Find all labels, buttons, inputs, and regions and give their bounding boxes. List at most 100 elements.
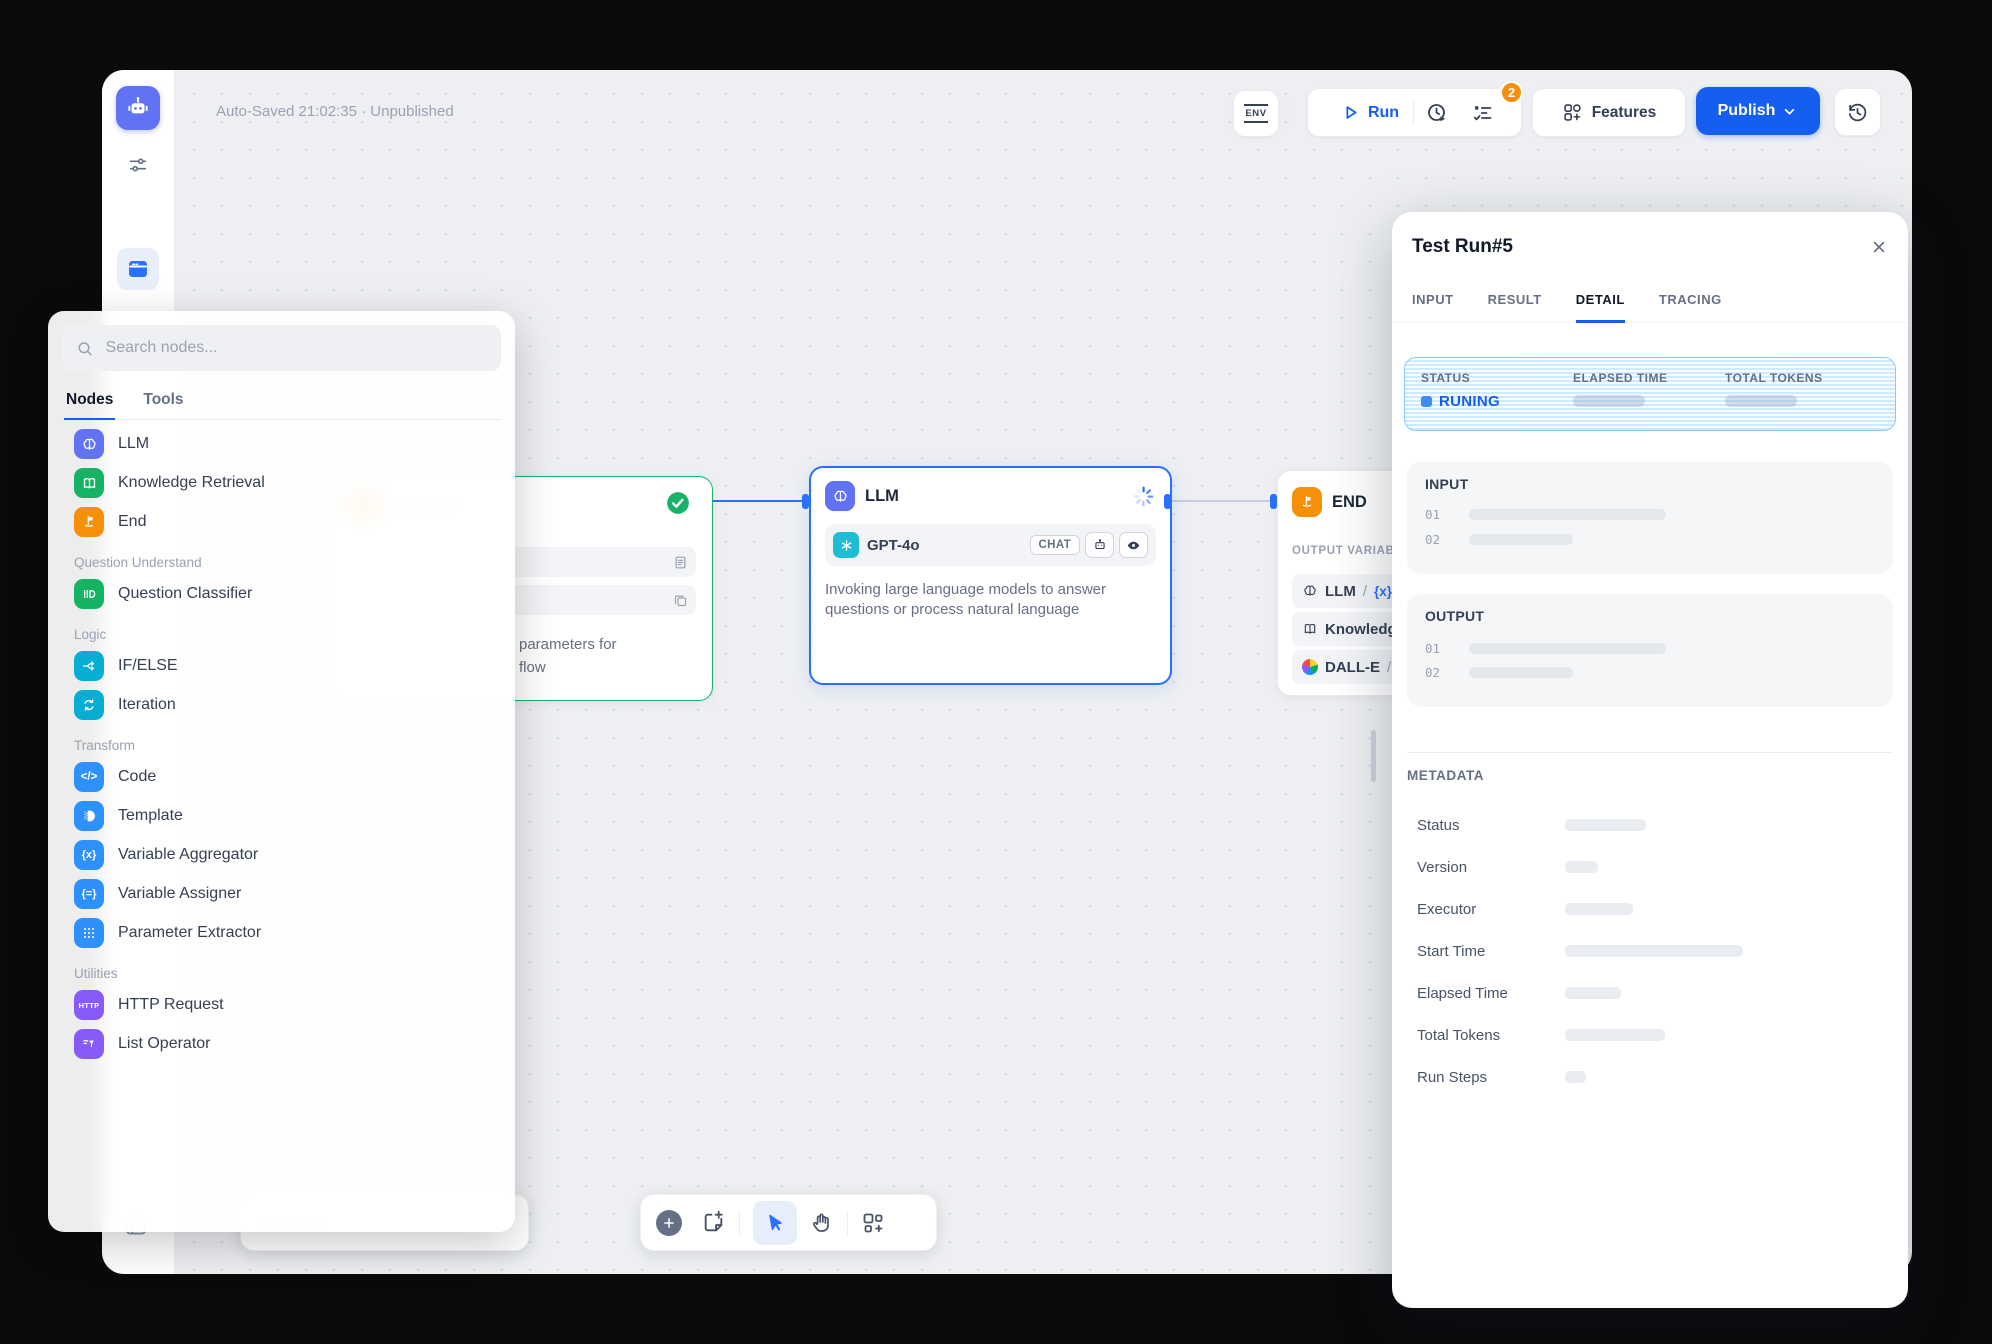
llm-output-handle[interactable] [1164,494,1171,509]
tab-detail[interactable]: DETAIL [1576,292,1625,323]
organize-nodes-button[interactable] [861,1211,885,1235]
book-icon [74,468,104,498]
run-history-clock-button[interactable] [1414,89,1460,136]
success-check-badge [665,490,691,516]
node-item-iteration[interactable]: Iteration [62,690,501,720]
hand-tool-button[interactable] [810,1211,834,1235]
document-icon [673,555,688,570]
run-button[interactable]: Run [1323,89,1413,136]
openai-icon [833,532,859,558]
features-button[interactable]: Features [1532,88,1686,137]
node-item-parameter-extractor[interactable]: Parameter Extractor [62,918,501,948]
copy-icon [673,593,688,608]
llm-input-handle[interactable] [802,494,809,509]
metadata-row-status: Status [1392,804,1908,846]
version-history-button[interactable] [1834,88,1881,136]
status-banner: STATUS RUNING ELAPSED TIME TOTAL TOKENS [1404,357,1896,431]
run-label: Run [1368,104,1399,122]
canvas-toolbar [640,1194,937,1251]
node-item-variable-aggregator[interactable]: {x} Variable Aggregator [62,840,501,870]
topbar-divider [1292,101,1293,125]
code-icon: </> [74,762,104,792]
output-card: OUTPUT 01 02 [1407,594,1893,707]
tab-input[interactable]: INPUT [1412,292,1454,322]
checklist-icon [1471,101,1495,125]
section-question-understand: Question Understand [62,555,501,570]
classifier-icon [74,579,104,609]
node-item-llm[interactable]: LLM [62,429,501,459]
book-icon [1302,621,1318,637]
value-skeleton [1565,1029,1665,1041]
model-selector[interactable]: GPT-4o CHAT [825,524,1156,566]
agent-badge[interactable] [1085,532,1114,558]
node-list: LLM Knowledge Retrieval End Question Und… [62,429,501,1059]
node-item-list-operator[interactable]: List Operator [62,1029,501,1059]
elapsed-time-label: ELAPSED TIME [1573,371,1725,385]
node-item-knowledge-retrieval[interactable]: Knowledge Retrieval [62,468,501,498]
node-item-http-request[interactable]: HTTP HTTP Request [62,990,501,1020]
row-number: 02 [1425,665,1445,680]
checklist-button[interactable] [1460,89,1506,136]
node-item-variable-assigner[interactable]: {=} Variable Assigner [62,879,501,909]
node-item-end[interactable]: End [62,507,501,537]
brain-icon [1302,583,1318,599]
run-panel-tabs: INPUT RESULT DETAIL TRACING [1392,292,1908,323]
node-item-if-else[interactable]: IF/ELSE [62,651,501,681]
value-skeleton [1565,819,1646,831]
flag-icon [74,507,104,537]
end-node-title: END [1332,493,1367,512]
total-tokens-skeleton [1725,395,1797,407]
node-item-template[interactable]: Template [62,801,501,831]
app-logo-robot-icon[interactable] [116,86,160,130]
value-skeleton [1565,987,1621,999]
search-box[interactable] [62,325,501,371]
metadata-row-elapsed-time: Elapsed Time [1392,972,1908,1014]
run-controls-group: Run [1307,88,1522,137]
row-number: 02 [1425,532,1445,547]
chevron-down-icon [1781,103,1798,120]
funnel-icon [74,1029,104,1059]
node-item-code[interactable]: </> Code [62,762,501,792]
toolbar-divider [847,1211,848,1235]
env-button[interactable]: ENV [1233,90,1279,137]
test-run-title: Test Run#5 [1412,236,1513,258]
output-skeleton [1469,643,1666,654]
toolbar-divider [739,1211,740,1235]
vision-badge[interactable] [1119,532,1148,558]
value-skeleton [1565,861,1598,873]
pointer-tool-button[interactable] [753,1201,797,1245]
metadata-row-start-time: Start Time [1392,930,1908,972]
tab-tracing[interactable]: TRACING [1659,292,1722,322]
close-button[interactable] [1870,238,1888,256]
tab-nodes[interactable]: Nodes [64,383,115,420]
tab-result[interactable]: RESULT [1488,292,1542,322]
features-label: Features [1592,104,1657,122]
end-input-handle[interactable] [1270,494,1277,509]
publish-button[interactable]: Publish [1696,87,1820,135]
test-run-panel: Test Run#5 INPUT RESULT DETAIL TRACING S… [1392,212,1908,1308]
value-skeleton [1565,1071,1586,1083]
env-icon: ENV [1244,104,1267,123]
status-label: STATUS [1421,371,1573,385]
sliders-icon[interactable] [127,154,149,176]
llm-node[interactable]: LLM GPT-4o [809,466,1172,685]
node-item-question-classifier[interactable]: Question Classifier [62,579,501,609]
node-search-panel: Nodes Tools LLM Knowledge Retrieval [48,311,515,1232]
checklist-count-badge: 2 [1500,81,1523,104]
add-node-button[interactable] [656,1210,682,1236]
pointer-icon [764,1212,786,1234]
add-note-button[interactable] [701,1210,726,1235]
llm-node-title: LLM [865,487,899,506]
search-input[interactable] [104,338,487,358]
braces-eq-icon: {=} [74,879,104,909]
dot-grid-icon [74,918,104,948]
tab-tools[interactable]: Tools [141,383,185,419]
plus-icon [662,1216,676,1230]
edge-llm-to-end [1168,500,1277,502]
model-name: GPT-4o [867,537,920,554]
sidebar-item-node-panel[interactable] [117,248,159,290]
start-node-description: parameters for flow [519,633,617,679]
metadata-row-run-steps: Run Steps [1392,1056,1908,1098]
panel-resize-handle[interactable] [1371,730,1376,782]
edge-start-to-llm [711,500,809,502]
